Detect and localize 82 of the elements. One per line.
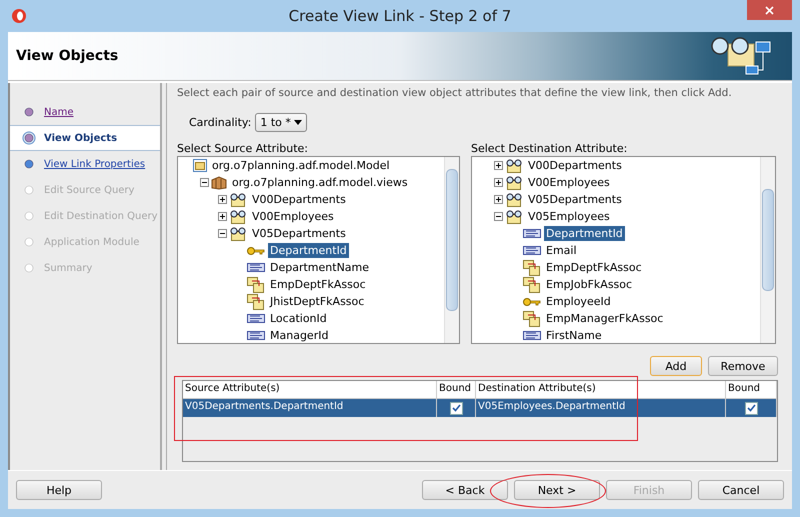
wizard-nav-button[interactable]: Next > bbox=[514, 480, 600, 500]
association-icon bbox=[247, 294, 265, 310]
list-action-button[interactable]: Add bbox=[650, 356, 702, 376]
list-action-button[interactable]: Remove bbox=[708, 356, 778, 376]
close-button[interactable] bbox=[747, 0, 792, 20]
key-icon bbox=[247, 246, 265, 256]
wizard-step-link[interactable]: Name bbox=[44, 106, 74, 118]
attribute-icon bbox=[523, 331, 541, 340]
tree-node[interactable]: org.o7planning.adf.model.views bbox=[230, 175, 410, 190]
tree-node[interactable]: EmpManagerFkAssoc bbox=[544, 311, 666, 326]
wizard-step-link[interactable]: View Link Properties bbox=[44, 158, 146, 170]
collapse-icon[interactable] bbox=[218, 229, 227, 238]
tree-node[interactable]: Email bbox=[544, 243, 579, 258]
tree-node[interactable]: LocationId bbox=[268, 311, 329, 326]
expand-icon[interactable] bbox=[218, 195, 227, 204]
tree-node[interactable]: EmpJobFkAssoc bbox=[544, 277, 634, 292]
window-title: Create View Link - Step 2 of 7 bbox=[288, 7, 512, 25]
wizard-nav-button[interactable]: < Back bbox=[422, 480, 508, 500]
association-icon bbox=[523, 276, 541, 292]
box-icon bbox=[211, 176, 227, 190]
checkmark-icon bbox=[452, 404, 460, 412]
scrollbar[interactable] bbox=[444, 157, 459, 343]
expand-icon[interactable] bbox=[218, 212, 227, 221]
bound-checkbox[interactable] bbox=[744, 402, 758, 414]
collapse-icon[interactable] bbox=[200, 178, 209, 187]
tree-node[interactable]: DepartmentId bbox=[268, 243, 349, 258]
cardinality-label: Cardinality: bbox=[189, 116, 252, 129]
tree-node[interactable]: org.o7planning.adf.model.Model bbox=[210, 158, 392, 173]
tree-node[interactable]: ManagerId bbox=[268, 328, 330, 343]
key-icon bbox=[523, 296, 541, 306]
attribute-icon bbox=[247, 331, 265, 340]
instruction-text: Select each pair of source and destination view object attributes that define the view link, then click Add. bbox=[177, 87, 733, 99]
tree-view[interactable]: org.o7planning.adf.model.Model org.o7planning.adf.model.views V00Departments V00Employees V05Departments DepartmentId DepartmentName EmpDeptFkAssoc JhistDeptFkAssoc LocationId ManagerId bbox=[177, 156, 460, 344]
glasses-icon bbox=[505, 192, 523, 206]
folder-icon bbox=[193, 159, 207, 172]
tree-view[interactable]: V00Departments V00Employees V05Departments V05Employees DepartmentId Email EmpDeptFkAssoc EmpJobFkAssoc EmployeeId EmpManagerFkAssoc FirstName bbox=[471, 156, 776, 344]
tree-label: Select Source Attribute: bbox=[177, 142, 309, 155]
expand-icon[interactable] bbox=[494, 178, 503, 187]
expand-icon[interactable] bbox=[494, 161, 503, 170]
checkmark-icon bbox=[746, 404, 756, 412]
tree-node[interactable]: JhistDeptFkAssoc bbox=[268, 294, 366, 309]
collapse-icon[interactable] bbox=[494, 212, 503, 221]
tree-node[interactable]: EmpDeptFkAssoc bbox=[544, 260, 644, 275]
tree-node[interactable]: EmpDeptFkAssoc bbox=[268, 277, 368, 292]
table-cell: V05Departments.DepartmentId bbox=[183, 399, 437, 417]
page-title: View Objects bbox=[15, 48, 118, 64]
glasses-icon bbox=[229, 192, 247, 206]
glasses-icon bbox=[229, 226, 247, 240]
attribute-icon bbox=[523, 229, 541, 238]
cardinality-dropdown[interactable]: 1 to * bbox=[255, 113, 307, 132]
association-icon bbox=[247, 276, 265, 292]
tree-node[interactable]: DepartmentId bbox=[544, 226, 625, 241]
glasses-icon bbox=[505, 158, 523, 172]
tree-node[interactable]: V00Employees bbox=[526, 175, 612, 190]
table-row[interactable]: V05Departments.DepartmentId V05Employees.DepartmentId bbox=[183, 399, 777, 417]
bound-checkbox[interactable] bbox=[450, 402, 462, 414]
tree-node[interactable]: EmployeeId bbox=[544, 294, 613, 309]
tree-node[interactable]: V00Employees bbox=[250, 209, 336, 224]
association-icon bbox=[523, 310, 541, 326]
app-logo-icon bbox=[11, 8, 27, 24]
close-icon bbox=[765, 6, 774, 14]
caret-icon bbox=[294, 120, 302, 125]
table-cell: V05Employees.DepartmentId bbox=[476, 399, 726, 417]
tree-node[interactable]: FirstName bbox=[544, 328, 604, 343]
attribute-icon bbox=[523, 246, 541, 255]
association-icon bbox=[523, 260, 541, 276]
tree-node[interactable]: V05Departments bbox=[526, 192, 624, 207]
expand-icon[interactable] bbox=[494, 195, 503, 204]
tree-node[interactable]: V05Departments bbox=[250, 226, 348, 241]
tree-label: Select Destination Attribute: bbox=[471, 142, 628, 155]
glasses-icon bbox=[229, 210, 247, 224]
tree-node[interactable]: V00Departments bbox=[526, 158, 624, 173]
tree-node[interactable]: V05Employees bbox=[526, 209, 612, 224]
wizard-nav-button[interactable]: Cancel bbox=[698, 480, 784, 500]
attribute-icon bbox=[247, 314, 265, 323]
scrollbar[interactable] bbox=[760, 157, 775, 343]
tree-node[interactable]: V00Departments bbox=[250, 192, 348, 207]
glasses-icon bbox=[505, 210, 523, 224]
glasses-icon bbox=[505, 176, 523, 190]
attribute-icon bbox=[247, 263, 265, 272]
tree-node[interactable]: DepartmentName bbox=[268, 260, 372, 275]
help-button[interactable]: Help bbox=[16, 480, 102, 500]
